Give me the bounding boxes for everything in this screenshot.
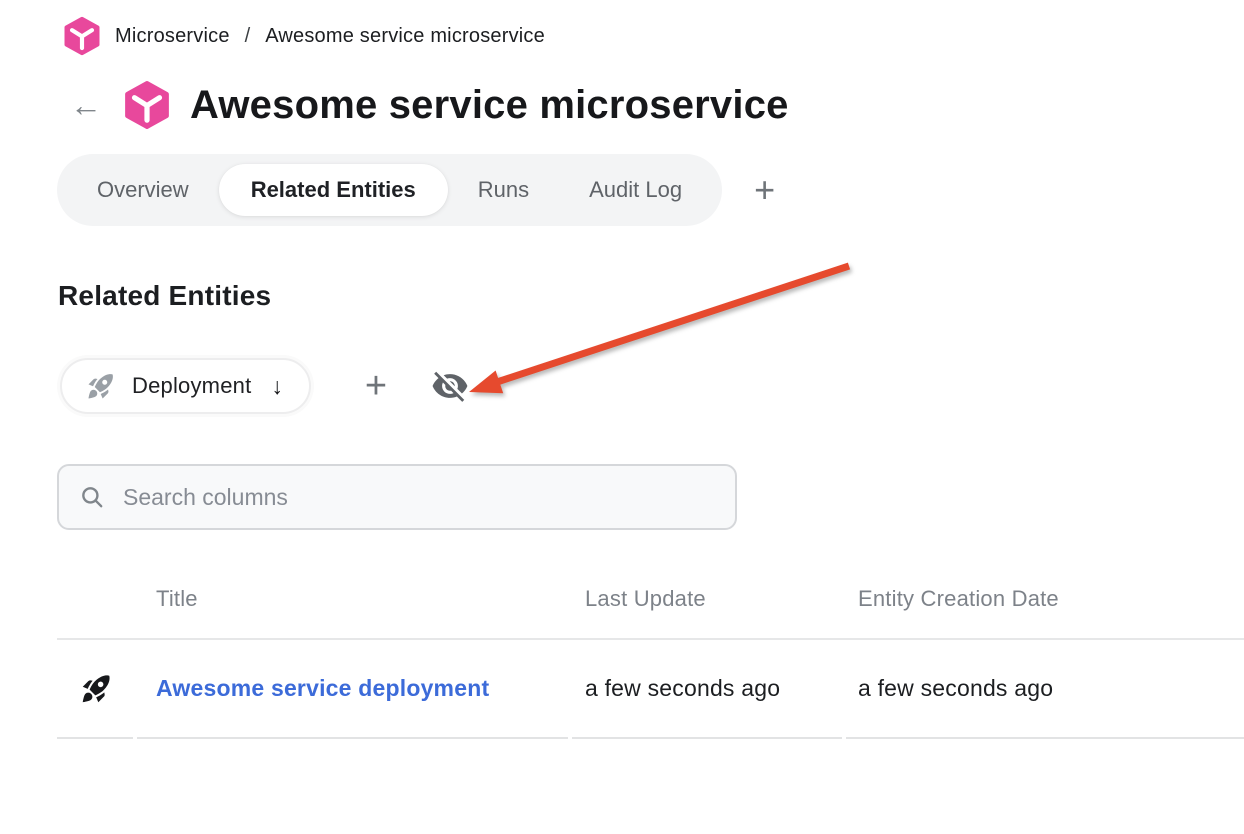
- column-header-title[interactable]: Title: [137, 586, 568, 612]
- tab-related-entities[interactable]: Related Entities: [219, 164, 448, 216]
- eye-off-icon[interactable]: [431, 367, 469, 405]
- related-entities-controls: Deployment ↓ +: [60, 358, 1244, 414]
- row-entity-creation-cell: a few seconds ago: [846, 640, 1244, 739]
- chevron-down-icon: ↓: [271, 373, 283, 400]
- rocket-icon: [80, 672, 113, 705]
- add-tab-button[interactable]: +: [754, 172, 775, 208]
- row-icon-cell: [57, 640, 133, 739]
- column-header-last-update[interactable]: Last Update: [572, 586, 842, 612]
- breadcrumb-blueprint[interactable]: Microservice: [115, 25, 230, 48]
- tab-row: Overview Related Entities Runs Audit Log…: [57, 154, 1244, 226]
- tab-overview[interactable]: Overview: [67, 164, 219, 216]
- section-title: Related Entities: [58, 280, 1244, 312]
- breadcrumb-separator: /: [243, 25, 253, 48]
- row-last-update-cell: a few seconds ago: [572, 640, 842, 739]
- rocket-icon: [86, 371, 116, 401]
- column-header-entity-creation-date[interactable]: Entity Creation Date: [846, 586, 1244, 612]
- back-arrow-icon[interactable]: ←: [70, 89, 102, 121]
- last-update-value: a few seconds ago: [585, 675, 780, 702]
- related-entities-table: Title Last Update Entity Creation Date A…: [57, 568, 1244, 739]
- table-row[interactable]: Awesome service deployment a few seconds…: [57, 640, 1244, 739]
- entity-creation-date-value: a few seconds ago: [858, 675, 1053, 702]
- breadcrumb-entity[interactable]: Awesome service microservice: [265, 25, 545, 48]
- search-icon: [79, 484, 105, 510]
- entity-page: Microservice / Awesome service microserv…: [0, 0, 1244, 834]
- add-related-entity-button[interactable]: +: [365, 367, 387, 405]
- page-title: Awesome service microservice: [190, 83, 789, 128]
- table-header-row: Title Last Update Entity Creation Date: [57, 568, 1244, 638]
- tab-audit-log[interactable]: Audit Log: [559, 164, 712, 216]
- microservice-cube-icon: [62, 16, 102, 56]
- entity-header: ← Awesome service microservice: [0, 56, 1244, 130]
- relation-dropdown-label: Deployment: [132, 373, 251, 399]
- column-header-icon: [57, 586, 133, 612]
- relation-dropdown[interactable]: Deployment ↓: [60, 358, 311, 414]
- row-title-cell: Awesome service deployment: [137, 640, 568, 739]
- search-columns-input[interactable]: [123, 484, 715, 511]
- microservice-cube-icon: [122, 80, 172, 130]
- search-columns-box: [57, 464, 737, 530]
- entity-link[interactable]: Awesome service deployment: [156, 675, 489, 702]
- breadcrumb: Microservice / Awesome service microserv…: [0, 0, 1244, 56]
- tab-bar: Overview Related Entities Runs Audit Log: [57, 154, 722, 226]
- tab-runs[interactable]: Runs: [448, 164, 559, 216]
